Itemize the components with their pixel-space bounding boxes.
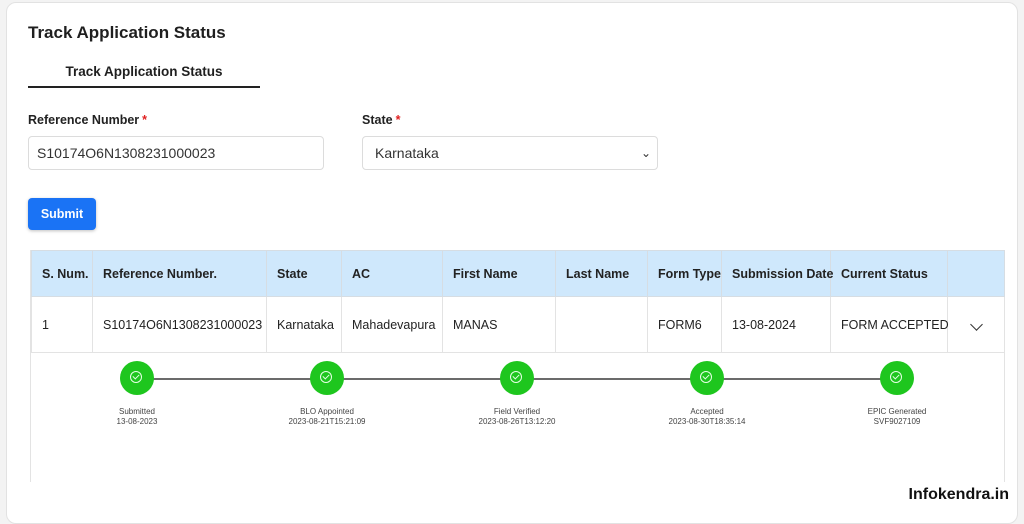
check-circle-icon: [890, 371, 902, 383]
step-circle: [120, 361, 154, 395]
timeline-step-field-verified: Field Verified 2023-08-26T13:12:20: [437, 361, 597, 427]
tab-track-application-status[interactable]: Track Application Status: [28, 64, 260, 86]
table-header-row: S. Num. Reference Number. State AC First…: [31, 250, 1005, 297]
step-title: Accepted: [690, 407, 724, 416]
cell-s-num: 1: [31, 296, 93, 353]
check-circle-icon: [700, 371, 712, 383]
cell-submission-date: 13-08-2024: [721, 296, 831, 353]
step-title: EPIC Generated: [867, 407, 927, 416]
results-table-container: S. Num. Reference Number. State AC First…: [30, 250, 1005, 482]
cell-first-name: MANAS: [442, 296, 556, 353]
column-header-current-status: Current Status: [830, 250, 948, 297]
step-detail: 2023-08-26T13:12:20: [478, 417, 556, 426]
step-detail: 13-08-2023: [116, 417, 158, 426]
chevron-down-icon[interactable]: [969, 317, 983, 331]
state-select[interactable]: Karnataka ⌄: [362, 136, 658, 170]
step-detail: 2023-08-30T18:35:14: [668, 417, 746, 426]
expand-row-button[interactable]: [947, 296, 1005, 353]
timeline-step-epic-generated: EPIC Generated SVF9027109: [817, 361, 977, 427]
step-title: BLO Appointed: [300, 407, 354, 416]
timeline-step-submitted: Submitted 13-08-2023: [57, 361, 217, 427]
check-circle-icon: [130, 371, 142, 383]
reference-number-label-text: Reference Number: [28, 113, 140, 127]
state-select-value: Karnataka: [375, 145, 439, 161]
step-circle: [500, 361, 534, 395]
cell-state: Karnataka: [266, 296, 342, 353]
page-title: Track Application Status: [28, 23, 226, 42]
step-circle: [880, 361, 914, 395]
chevron-down-icon: ⌄: [640, 146, 651, 160]
step-title: Submitted: [118, 407, 156, 416]
results-table: S. Num. Reference Number. State AC First…: [31, 250, 1005, 353]
step-circle: [310, 361, 344, 395]
active-tab-indicator: [28, 86, 260, 88]
watermark: Infokendra.in: [908, 486, 1009, 503]
state-label: State *: [362, 113, 400, 127]
column-header-submission-date: Submission Date: [721, 250, 833, 297]
step-detail: 2023-08-21T15:21:09: [288, 417, 366, 426]
state-label-text: State: [362, 113, 393, 127]
cell-ac: Mahadevapura: [341, 296, 443, 353]
step-label: Submitted 13-08-2023: [57, 407, 217, 427]
step-label: BLO Appointed 2023-08-21T15:21:09: [247, 407, 407, 427]
timeline-step-blo-appointed: BLO Appointed 2023-08-21T15:21:09: [247, 361, 407, 427]
step-label: Accepted 2023-08-30T18:35:14: [627, 407, 787, 427]
reference-number-label: Reference Number *: [28, 113, 147, 127]
cell-form-type: FORM6: [647, 296, 722, 353]
cell-last-name: [555, 296, 648, 353]
column-header-expand: [947, 250, 1005, 297]
submit-button[interactable]: Submit: [28, 198, 96, 230]
step-label: EPIC Generated SVF9027109: [817, 407, 977, 427]
required-marker: *: [395, 113, 401, 127]
step-title: Field Verified: [493, 407, 541, 416]
column-header-state: State: [266, 250, 342, 297]
table-row[interactable]: 1 S10174O6N1308231000023 Karnataka Mahad…: [31, 296, 1005, 353]
column-header-last-name: Last Name: [555, 250, 648, 297]
column-header-first-name: First Name: [442, 250, 556, 297]
timeline-step-accepted: Accepted 2023-08-30T18:35:14: [627, 361, 787, 427]
reference-number-input[interactable]: [28, 136, 324, 170]
check-circle-icon: [320, 371, 332, 383]
cell-reference-number: S10174O6N1308231000023: [92, 296, 267, 353]
column-header-reference-number: Reference Number.: [92, 250, 267, 297]
step-label: Field Verified 2023-08-26T13:12:20: [437, 407, 597, 427]
required-marker: *: [142, 113, 148, 127]
column-header-ac: AC: [341, 250, 443, 297]
column-header-form-type: Form Type: [647, 250, 722, 297]
check-circle-icon: [510, 371, 522, 383]
column-header-s-num: S. Num.: [31, 250, 93, 297]
status-timeline: Submitted 13-08-2023 BLO Appointed 2023-…: [31, 353, 1004, 433]
step-circle: [690, 361, 724, 395]
cell-current-status: FORM ACCEPTED: [830, 296, 949, 353]
step-detail: SVF9027109: [873, 417, 921, 426]
